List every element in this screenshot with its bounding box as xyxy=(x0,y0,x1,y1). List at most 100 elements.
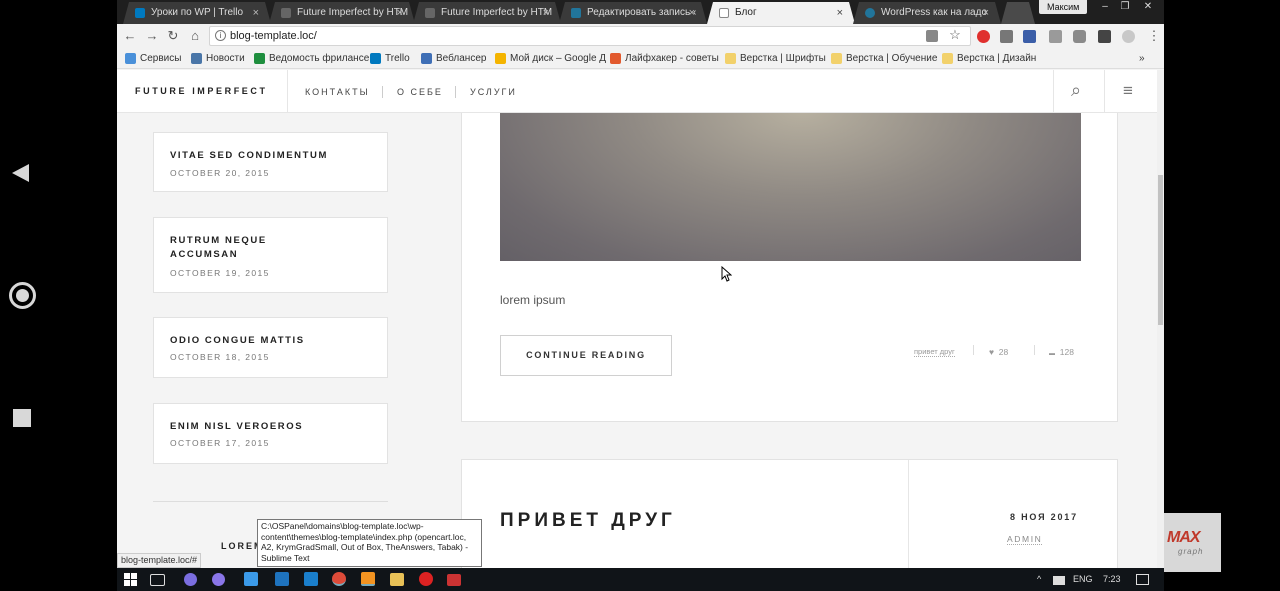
recents-nav-icon[interactable] xyxy=(13,409,31,427)
store-icon[interactable] xyxy=(304,572,318,586)
sublime-text-icon[interactable] xyxy=(361,572,375,586)
bookmark-layout-fonts[interactable]: Верстка | Шрифты xyxy=(725,51,826,66)
back-arrow-icon[interactable]: ← xyxy=(121,27,139,45)
maximize-button[interactable]: ❐ xyxy=(1114,0,1136,14)
app-icon[interactable] xyxy=(212,573,225,586)
bookmark-weblancer[interactable]: Веблансер xyxy=(421,51,486,66)
account-icon[interactable] xyxy=(1023,30,1036,43)
camera-icon[interactable] xyxy=(1073,30,1086,43)
sheets-icon xyxy=(254,53,265,64)
tab-title: Уроки по WP | Trello xyxy=(151,7,244,18)
windows-start-icon[interactable] xyxy=(124,573,137,586)
reload-icon[interactable]: ↻ xyxy=(164,27,182,45)
opera-icon[interactable] xyxy=(977,30,990,43)
mail-icon[interactable] xyxy=(1000,30,1013,43)
site-logo[interactable]: FUTURE IMPERFECT xyxy=(135,86,268,96)
maxgraph-logo: MAX graph xyxy=(1164,513,1221,572)
tab-close-icon[interactable]: × xyxy=(983,2,989,24)
tab-close-icon[interactable]: × xyxy=(543,2,549,24)
bookmarks-overflow-button[interactable]: » xyxy=(1139,51,1145,66)
tab-future-imperfect-2[interactable]: Future Imperfect by HTM × xyxy=(413,2,561,24)
chrome-menu-icon[interactable]: ⋮ xyxy=(1145,27,1163,45)
tab-title: WordPress как на ладо xyxy=(881,7,988,18)
nav-separator xyxy=(382,86,383,98)
sidebar-post[interactable]: ENIM NISL VEROEROS OCTOBER 17, 2015 xyxy=(153,403,388,464)
sidebar-post[interactable]: VITAE SED CONDIMENTUM OCTOBER 20, 2015 xyxy=(153,132,388,192)
app-icon[interactable] xyxy=(447,574,461,586)
header-divider xyxy=(1104,70,1105,113)
nav-services[interactable]: УСЛУГИ xyxy=(470,87,517,97)
tab-close-icon[interactable]: × xyxy=(837,2,843,24)
bookmark-layout-design[interactable]: Верстка | Дизайн xyxy=(942,51,1036,66)
home-nav-icon[interactable] xyxy=(9,282,36,309)
translate-icon[interactable] xyxy=(926,30,938,42)
bookmark-lifehacker[interactable]: Лайфхакер - советы xyxy=(610,51,719,66)
new-tab-button[interactable] xyxy=(1001,2,1035,24)
post-author-link[interactable]: ADMIN xyxy=(1007,534,1043,545)
wordpress-icon xyxy=(865,8,875,18)
language-indicator[interactable]: ENG xyxy=(1073,572,1093,587)
search-icon[interactable]: ⌕ xyxy=(1071,80,1081,101)
tab-close-icon[interactable]: × xyxy=(397,2,403,24)
sidebar-post-title[interactable]: RUTRUM NEQUE ACCUMSAN xyxy=(170,234,280,262)
extension-icon[interactable] xyxy=(1098,30,1111,43)
info-icon[interactable]: i xyxy=(215,30,226,41)
bookmark-services[interactable]: Сервисы xyxy=(125,51,181,66)
likes-value: 28 xyxy=(998,347,1009,357)
bookmark-star-icon[interactable]: ☆ xyxy=(946,26,964,44)
page-scrollbar[interactable] xyxy=(1157,70,1164,568)
tab-title: Блог xyxy=(735,7,757,18)
folder-icon xyxy=(831,53,842,64)
network-icon[interactable] xyxy=(1053,576,1065,585)
tab-future-imperfect-1[interactable]: Future Imperfect by HTM × xyxy=(269,2,415,24)
cloud-icon[interactable] xyxy=(1122,30,1135,43)
address-bar[interactable]: i blog-template.loc/ ☆ xyxy=(209,26,971,46)
scrollbar-thumb[interactable] xyxy=(1158,175,1163,325)
chrome-icon[interactable] xyxy=(332,572,346,586)
bookmark-layout-learning[interactable]: Верстка | Обучение xyxy=(831,51,937,66)
tab-close-icon[interactable]: × xyxy=(689,2,695,24)
clock[interactable]: 7:23 xyxy=(1103,572,1121,587)
bookmark-freelance-sheet[interactable]: Ведомость фрилансе xyxy=(254,51,369,66)
post-category-link[interactable]: привет друг xyxy=(914,347,955,357)
sidebar-post-title[interactable]: ODIO CONGUE MATTIS xyxy=(170,334,330,348)
hamburger-menu-icon[interactable]: ≡ xyxy=(1123,81,1133,101)
tab-close-icon[interactable]: × xyxy=(253,2,259,24)
tab-edit-post[interactable]: Редактировать запись ‹ × xyxy=(559,2,707,24)
likes-count[interactable]: ♥ 28 xyxy=(989,347,1008,357)
file-explorer-icon[interactable] xyxy=(390,573,404,586)
comments-count[interactable]: ▬ 128 xyxy=(1049,347,1074,357)
edge-icon[interactable] xyxy=(275,572,289,586)
bookmark-trello[interactable]: Trello xyxy=(370,51,410,66)
continue-reading-button[interactable]: CONTINUE READING xyxy=(500,335,672,376)
tab-wordpress[interactable]: WordPress как на ладо × xyxy=(853,2,1001,24)
task-view-icon[interactable] xyxy=(150,574,165,586)
recorder-icon[interactable] xyxy=(419,572,433,586)
tray-overflow-icon[interactable]: ^ xyxy=(1037,572,1041,587)
sidebar-post-title[interactable]: VITAE SED CONDIMENTUM xyxy=(170,149,330,163)
app-icon[interactable] xyxy=(184,573,197,586)
profile-button[interactable]: Максим xyxy=(1039,0,1088,14)
eyedropper-icon[interactable] xyxy=(1049,30,1062,43)
close-window-button[interactable]: ✕ xyxy=(1137,0,1159,14)
post-title[interactable]: ПРИВЕТ ДРУГ xyxy=(500,510,676,532)
tab-blog[interactable]: Блог × xyxy=(707,2,855,24)
skype-icon[interactable] xyxy=(244,572,258,586)
tab-title: Редактировать запись ‹ xyxy=(587,7,697,18)
tab-trello[interactable]: Уроки по WP | Trello × xyxy=(123,2,271,24)
back-nav-icon[interactable] xyxy=(12,164,29,182)
nav-about[interactable]: О СЕБЕ xyxy=(397,87,443,97)
bookmark-google-drive[interactable]: Мой диск – Google Д xyxy=(495,51,606,66)
bookmark-label: Лайфхакер - советы xyxy=(625,53,719,64)
sidebar-post[interactable]: ODIO CONGUE MATTIS OCTOBER 18, 2015 xyxy=(153,317,388,378)
bookmarks-bar: Сервисы Новости Ведомость фрилансе Trell… xyxy=(117,48,1164,69)
forward-arrow-icon[interactable]: → xyxy=(143,27,161,45)
nav-contacts[interactable]: КОНТАКТЫ xyxy=(305,87,370,97)
minimize-button[interactable]: – xyxy=(1094,0,1116,14)
sidebar-post[interactable]: RUTRUM NEQUE ACCUMSAN OCTOBER 19, 2015 xyxy=(153,217,388,293)
notifications-icon[interactable] xyxy=(1136,574,1149,585)
home-icon[interactable]: ⌂ xyxy=(186,27,204,45)
sidebar-post-title[interactable]: ENIM NISL VEROEROS xyxy=(170,420,330,434)
bookmark-news[interactable]: Новости xyxy=(191,51,245,66)
post-card: ПРИВЕТ ДРУГ 8 НОЯ 2017 ADMIN xyxy=(461,459,1118,568)
